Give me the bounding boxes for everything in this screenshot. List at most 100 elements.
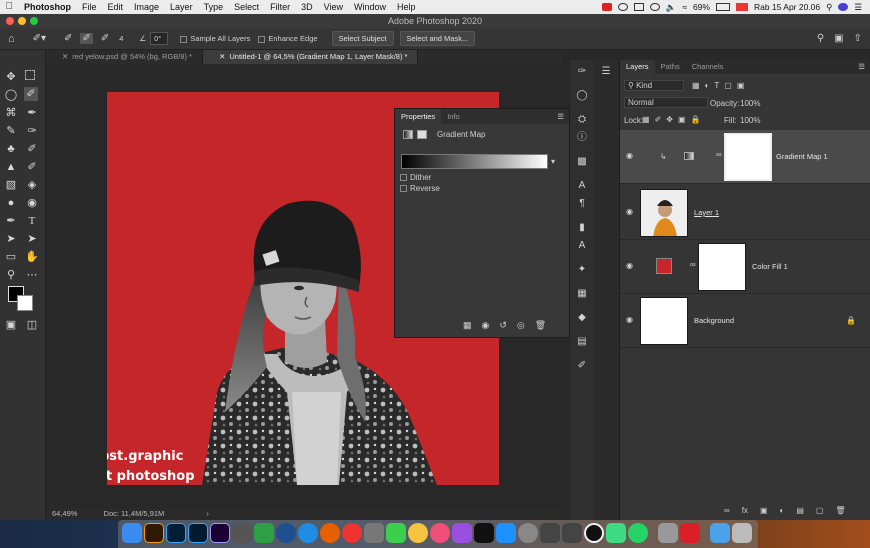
menu-filter[interactable]: Filter <box>265 0 296 14</box>
dither-option[interactable]: Dither <box>400 173 431 182</box>
brush-settings-icon[interactable]: ✑ <box>576 66 588 78</box>
visibility-eye-icon[interactable]: ◉ <box>626 208 636 216</box>
cast-icon[interactable] <box>633 3 644 11</box>
menu-help[interactable]: Help <box>391 0 421 14</box>
layer-thumbnail[interactable] <box>640 297 688 345</box>
delete-adjustment-icon[interactable]: 🗑 <box>535 320 546 331</box>
minimize-window-button[interactable] <box>18 17 26 25</box>
clone-source-icon[interactable]: ▮ <box>576 222 588 234</box>
visibility-eye-icon[interactable]: ◎ <box>517 320 525 331</box>
layer-row-layer-1[interactable]: ◉ Layer 1 <box>620 186 870 240</box>
whatsapp-icon[interactable] <box>628 523 648 543</box>
creative-cloud-icon[interactable] <box>617 3 628 11</box>
tab-paths[interactable]: Paths <box>655 60 686 74</box>
menu-image[interactable]: Image <box>129 0 165 14</box>
layer-mask-thumbnail[interactable] <box>698 243 746 291</box>
apple-icon[interactable]:  <box>0 0 19 14</box>
folder-icon[interactable] <box>710 523 730 543</box>
marquee-tool-icon[interactable] <box>25 70 35 80</box>
quicktime-icon[interactable] <box>276 523 296 543</box>
pixel-filter-icon[interactable]: ▦ <box>692 81 700 90</box>
circle-app-icon[interactable] <box>584 523 604 543</box>
pen-tool-icon[interactable]: ✒ <box>4 214 18 228</box>
new-group-icon[interactable]: ▤ <box>796 506 804 515</box>
safari-icon[interactable] <box>298 523 318 543</box>
enhance-edge-checkbox[interactable] <box>258 35 266 43</box>
select-and-mask-button[interactable]: Select and Mask... <box>399 31 476 46</box>
reverse-option[interactable]: Reverse <box>400 184 440 193</box>
art-brush-tool-icon[interactable]: ✐ <box>25 160 39 174</box>
view-previous-state-icon[interactable]: ◉ <box>482 320 490 331</box>
tab-layers[interactable]: Layers <box>620 60 655 74</box>
photoshop-icon[interactable] <box>166 523 186 543</box>
zoom-level[interactable]: 64,49% <box>52 509 77 518</box>
visibility-eye-icon[interactable]: ◉ <box>626 316 636 324</box>
delete-layer-icon[interactable]: 🗑 <box>835 506 845 515</box>
tab-properties[interactable]: Properties <box>395 109 442 124</box>
firefox-icon[interactable] <box>320 523 340 543</box>
siri-icon[interactable] <box>838 3 849 11</box>
gradient-tool-panel-icon[interactable]: ✐ <box>576 360 588 372</box>
rectangle-tool-icon[interactable]: ▭ <box>4 250 18 264</box>
itunes-icon[interactable] <box>430 523 450 543</box>
eyedropper-tool-icon[interactable]: ✒ <box>25 106 39 120</box>
menu-view[interactable]: View <box>318 0 348 14</box>
opacity-input[interactable]: 100% <box>740 99 760 108</box>
eraser-tool-icon[interactable]: ▧ <box>4 178 18 192</box>
workspace-icon[interactable]: ▣ <box>834 33 843 44</box>
timeline-icon[interactable]: ▤ <box>576 336 588 348</box>
spotlight-icon[interactable]: ⚲ <box>826 2 832 13</box>
info-icon[interactable]: ⓘ <box>576 132 588 144</box>
share-icon[interactable]: ⇧ <box>854 33 862 44</box>
document-size[interactable]: Doc: 11,4M/5,91M <box>104 509 165 518</box>
select-subject-button[interactable]: Select Subject <box>331 31 394 46</box>
trash-icon[interactable] <box>732 523 752 543</box>
fill-input[interactable]: 100% <box>740 116 760 125</box>
add-mask-icon[interactable]: ▣ <box>760 506 768 515</box>
android-icon[interactable] <box>606 523 626 543</box>
tab-info[interactable]: Info <box>441 109 466 124</box>
light-bulb-icon[interactable]: ◯ <box>576 90 588 102</box>
filter-kind-select[interactable]: ⚲ Kind <box>624 80 684 91</box>
layer-thumbnail[interactable] <box>640 189 688 237</box>
link-layers-icon[interactable]: ∞ <box>724 506 730 515</box>
blend-mode-select[interactable]: Normal <box>624 97 708 108</box>
crop-tool-icon[interactable]: ⌘ <box>4 106 18 120</box>
lasso-tool-icon[interactable]: ◯ <box>4 88 18 102</box>
settings-app-icon[interactable] <box>658 523 678 543</box>
photos-icon[interactable] <box>408 523 428 543</box>
dodge-tool-icon[interactable]: ◉ <box>25 196 39 210</box>
gradient-dropdown-chevron-icon[interactable]: ▾ <box>551 157 555 166</box>
menu-file[interactable]: File <box>77 0 103 14</box>
layer-name[interactable]: Background <box>694 316 734 325</box>
path-selection-tool-icon[interactable]: ➤ <box>4 232 18 246</box>
menu-3d[interactable]: 3D <box>296 0 319 14</box>
lock-artboard-icon[interactable]: ▣ <box>678 115 686 124</box>
layer-row-color-fill-1[interactable]: ◉ ∞ Color Fill 1 <box>620 240 870 294</box>
reset-icon[interactable]: ↺ <box>499 320 507 331</box>
tools-settings-icon[interactable]: ✦ <box>576 264 588 276</box>
paragraph-icon[interactable]: ¶ <box>576 198 588 210</box>
podcasts-icon[interactable] <box>452 523 472 543</box>
visibility-eye-icon[interactable]: ◉ <box>626 152 636 160</box>
layer-mask-icon[interactable] <box>417 130 427 139</box>
reverse-checkbox[interactable] <box>400 185 407 193</box>
swatches-icon[interactable]: ▦ <box>576 288 588 300</box>
lock-position-icon[interactable]: ✥ <box>666 115 673 124</box>
facetime-icon[interactable] <box>386 523 406 543</box>
green-app-icon[interactable] <box>254 523 274 543</box>
clone-stamp-tool-icon[interactable]: ♣ <box>4 142 18 156</box>
tab-channels[interactable]: Channels <box>686 60 730 74</box>
home-icon[interactable]: ⌂ <box>8 33 15 45</box>
lock-all-icon[interactable]: 🔒 <box>691 115 701 124</box>
finder-icon[interactable] <box>122 523 142 543</box>
smart-object-filter-icon[interactable]: ▣ <box>737 81 745 90</box>
layer-row-gradient-map-1[interactable]: ◉ ↳ ∞ Gradient Map 1 <box>620 130 870 184</box>
utility-icon[interactable] <box>562 523 582 543</box>
close-window-button[interactable] <box>6 17 14 25</box>
layer-name[interactable]: Layer 1 <box>694 208 719 217</box>
chrome-icon[interactable] <box>342 523 362 543</box>
background-color-swatch[interactable] <box>17 295 33 311</box>
paint-bucket-tool-icon[interactable]: ◈ <box>25 178 39 192</box>
battery-icon[interactable] <box>715 3 730 11</box>
